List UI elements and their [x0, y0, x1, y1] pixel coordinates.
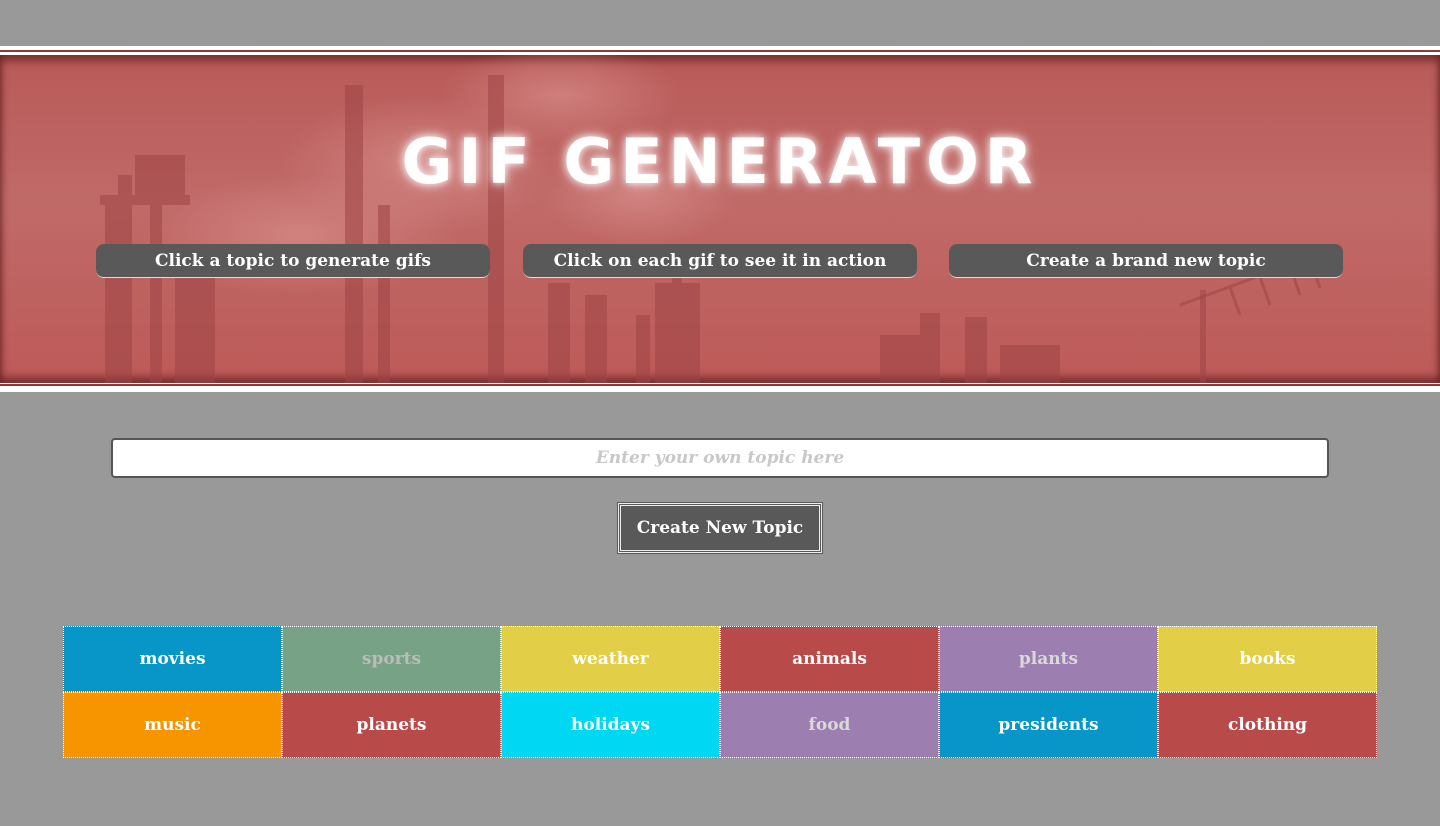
topic-grid: movies sports weather animals plants boo…	[63, 626, 1377, 758]
page-title: GIF GENERATOR	[401, 125, 1039, 198]
tip-create-topic: Create a brand new topic	[949, 244, 1343, 278]
topic-button[interactable]: presidents	[939, 692, 1158, 758]
topic-button[interactable]: music	[63, 692, 282, 758]
topic-button[interactable]: animals	[720, 626, 939, 692]
topic-button[interactable]: food	[720, 692, 939, 758]
create-topic-button[interactable]: Create New Topic	[617, 502, 823, 554]
tip-generate-gifs: Click a topic to generate gifs	[96, 244, 490, 278]
header-banner: GIF GENERATOR Click a topic to generate …	[0, 55, 1440, 383]
topic-button[interactable]: movies	[63, 626, 282, 692]
header-top-rule	[0, 50, 1440, 52]
topic-button[interactable]: weather	[501, 626, 720, 692]
topic-button[interactable]: sports	[282, 626, 501, 692]
topic-button[interactable]: books	[1158, 626, 1377, 692]
tip-see-in-action: Click on each gif to see it in action	[523, 244, 917, 278]
topic-button[interactable]: holidays	[501, 692, 720, 758]
topic-button[interactable]: planets	[282, 692, 501, 758]
topic-button[interactable]: clothing	[1158, 692, 1377, 758]
topic-button[interactable]: plants	[939, 626, 1158, 692]
industrial-skyline-image	[100, 55, 1331, 383]
header-bottom-rule	[0, 384, 1440, 386]
topic-input[interactable]	[111, 438, 1329, 478]
